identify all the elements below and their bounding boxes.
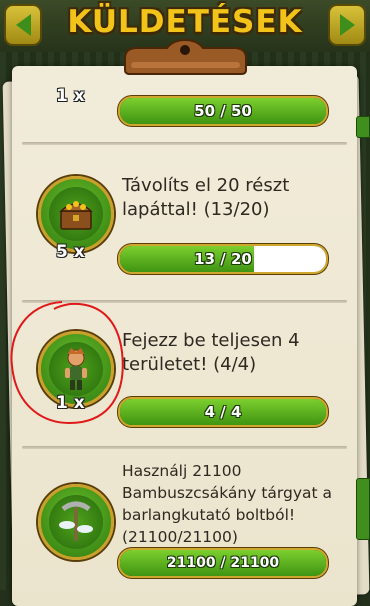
progress-bar: 4 / 4 [118,397,328,427]
progress-bar: 50 / 50 [118,96,328,126]
quest-item: 5 x Távolíts el 20 részt lapáttal! (13/2… [12,154,357,294]
quest-description: Fejezz be teljesen 4 területet! (4/4) [122,330,300,375]
side-scroll-tab[interactable] [356,116,370,138]
progress-bar: 21100 / 21100 [118,548,328,578]
quest-item: 1 x 50 / 50 [12,66,357,136]
quest-list-paper[interactable]: 1 x 50 / 50 5 x Távolíts el 20 részt lap… [12,66,357,606]
explorer-character-icon [65,348,87,390]
page-title: KÜLDETÉSEK [67,4,303,40]
side-scroll-tab[interactable] [356,478,370,540]
arrow-right-icon [339,14,355,36]
quest-medal [38,484,114,560]
reward-count: 1 x [56,393,85,413]
medal-inner [49,495,103,549]
progress-label: 4 / 4 [204,403,242,421]
quest-medal [38,176,114,252]
quest-item: Használj 21100 Bambuszcsákány tárgyat a … [12,456,357,606]
medal-inner [49,342,103,396]
reward-count: 1 x [56,86,85,106]
progress-label: 50 / 50 [194,102,252,120]
quest-divider [22,446,347,449]
next-page-button[interactable] [328,4,366,46]
reward-count: 5 x [56,242,85,262]
quest-description: Használj 21100 Bambuszcsákány tárgyat a … [122,462,333,546]
bamboo-pickaxe-icon [59,501,93,541]
medal-inner [49,187,103,241]
progress-bar: 13 / 20 [118,244,328,274]
quest-item: 1 x Fejezz be teljesen 4 területet! (4/4… [12,311,357,451]
clipboard-clip-icon [124,38,247,75]
progress-label: 13 / 20 [194,250,252,268]
progress-label: 21100 / 21100 [166,555,280,571]
quest-divider [22,300,347,303]
quest-description: Távolíts el 20 részt lapáttal! (13/20) [122,175,290,220]
treasure-chest-icon [59,201,93,230]
quest-divider [22,142,347,145]
